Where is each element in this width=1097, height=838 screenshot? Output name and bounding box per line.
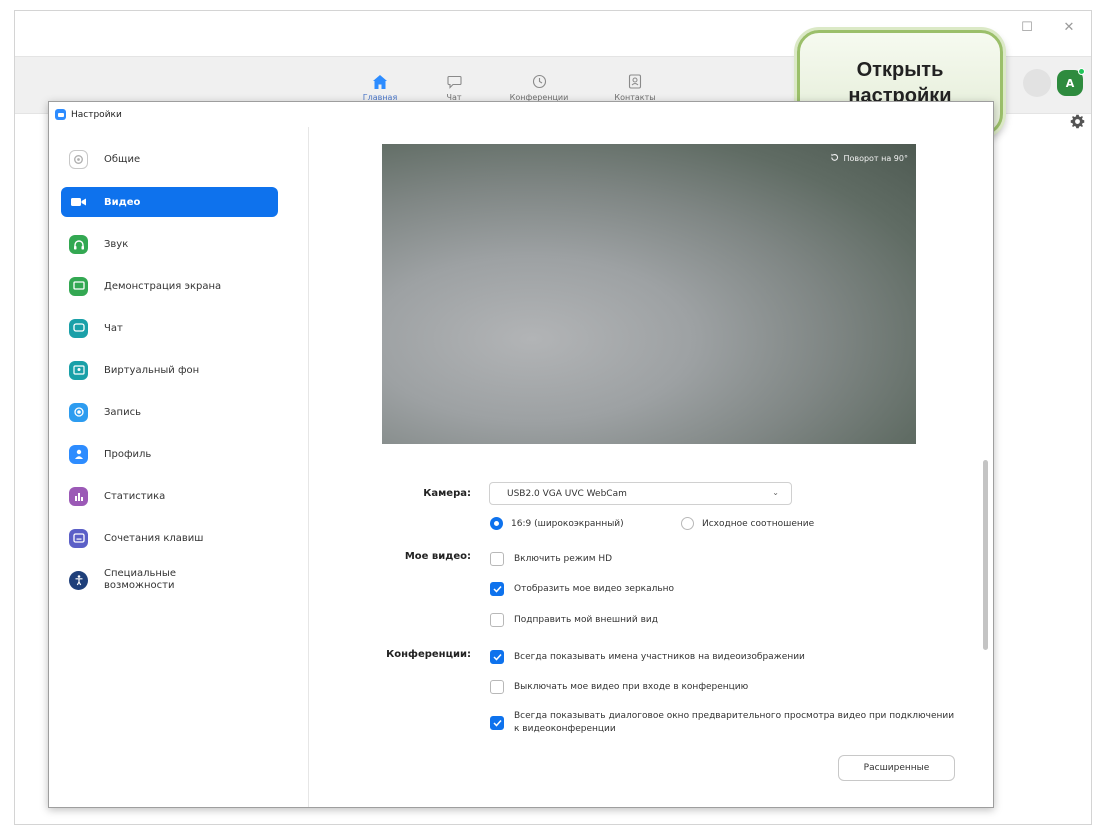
gear-icon xyxy=(69,149,88,169)
mirror-checkbox[interactable] xyxy=(490,582,504,596)
dialog-titlebar: Настройки xyxy=(49,102,993,127)
sidebar-item-general[interactable]: Общие xyxy=(61,144,278,174)
sidebar-item-label: Профиль xyxy=(104,448,152,460)
scrollbar[interactable] xyxy=(983,460,988,650)
window-controls: ☐ ✕ xyxy=(1019,19,1077,37)
sidebar-item-audio[interactable]: Звук xyxy=(61,229,278,259)
online-status-dot xyxy=(1078,68,1085,75)
aspect-original-radio[interactable] xyxy=(681,517,694,530)
sidebar-item-label: Демонстрация экрана xyxy=(104,280,222,292)
sidebar-item-profile[interactable]: Профиль xyxy=(61,439,278,469)
show-names-label: Всегда показывать имена участников на ви… xyxy=(514,652,805,662)
chat-icon xyxy=(446,71,462,93)
aspect-original-label: Исходное соотношение xyxy=(702,518,815,529)
checkmark-icon xyxy=(492,719,502,727)
contacts-icon xyxy=(628,71,642,93)
screenshot: ☐ ✕ Главная Чат Конференции Контакты A О… xyxy=(0,0,1097,838)
sidebar-item-screen-share[interactable]: Демонстрация экрана xyxy=(61,271,278,301)
headphones-icon xyxy=(69,234,88,254)
keyboard-icon xyxy=(69,528,88,548)
advanced-button[interactable]: Расширенные xyxy=(838,755,955,781)
virtual-background-icon xyxy=(69,360,88,380)
sidebar-item-virtual-background[interactable]: Виртуальный фон xyxy=(61,355,278,385)
avatar[interactable]: A xyxy=(1057,68,1085,96)
screen-share-icon xyxy=(69,276,88,296)
maximize-button[interactable]: ☐ xyxy=(1019,19,1035,37)
turn-off-video-checkbox[interactable] xyxy=(490,680,504,694)
preview-dialog-checkbox[interactable] xyxy=(490,716,504,730)
hd-option[interactable]: Включить режим HD xyxy=(490,552,612,566)
home-icon xyxy=(372,71,388,93)
close-button[interactable]: ✕ xyxy=(1061,19,1077,37)
profile-icon xyxy=(69,444,88,464)
sidebar-item-keyboard-shortcuts[interactable]: Сочетания клавиш xyxy=(61,523,278,553)
sidebar-item-statistics[interactable]: Статистика xyxy=(61,481,278,511)
sidebar-item-label: Виртуальный фон xyxy=(104,364,200,376)
mirror-label: Отобразить мое видео зеркально xyxy=(514,584,675,594)
settings-gear-icon[interactable] xyxy=(1070,114,1085,133)
show-names-checkbox[interactable] xyxy=(490,650,504,664)
sidebar-item-label: Сочетания клавиш xyxy=(104,532,204,544)
hd-label: Включить режим HD xyxy=(514,554,613,564)
sidebar-item-label: Запись xyxy=(104,406,141,418)
sidebar-item-label: Общие xyxy=(104,153,141,165)
camera-preview: Поворот на 90° xyxy=(382,144,916,444)
aspect-widescreen-option[interactable]: 16:9 (широкоэкранный) xyxy=(490,517,624,530)
turn-off-video-option[interactable]: Выключать мое видео при входе в конферен… xyxy=(490,680,748,694)
checkmark-icon xyxy=(492,585,502,593)
statistics-icon xyxy=(69,486,88,506)
status-indicator xyxy=(1023,69,1051,97)
callout-line1: Открыть xyxy=(856,59,944,81)
sidebar-item-video[interactable]: Видео xyxy=(61,187,278,217)
rotate-icon xyxy=(830,153,839,164)
rotate-button[interactable]: Поворот на 90° xyxy=(830,153,908,164)
hd-checkbox[interactable] xyxy=(490,552,504,566)
accessibility-icon xyxy=(69,570,88,590)
zoom-logo-icon xyxy=(55,109,66,120)
checkmark-icon xyxy=(492,653,502,661)
clock-icon xyxy=(532,71,547,93)
mirror-option[interactable]: Отобразить мое видео зеркально xyxy=(490,582,674,596)
chat-icon xyxy=(69,318,88,338)
settings-sidebar: Общие Видео Звук Демонстрация экрана Чат… xyxy=(49,127,309,807)
avatar-letter: A xyxy=(1065,76,1075,90)
dialog-title: Настройки xyxy=(71,109,122,120)
sidebar-item-accessibility[interactable]: Специальные возможности xyxy=(61,565,278,595)
camera-label: Камера: xyxy=(423,488,471,499)
sidebar-item-label: Чат xyxy=(104,322,123,334)
camera-select-value: USB2.0 VGA UVC WebCam xyxy=(507,488,627,499)
sidebar-item-recording[interactable]: Запись xyxy=(61,397,278,427)
turn-off-video-label: Выключать мое видео при входе в конферен… xyxy=(514,682,749,692)
touch-up-checkbox[interactable] xyxy=(490,613,504,627)
touch-up-label: Подправить мой внешний вид xyxy=(514,615,658,625)
sidebar-item-label: Специальные возможности xyxy=(104,568,176,591)
sidebar-item-label: Видео xyxy=(104,196,141,208)
aspect-widescreen-radio[interactable] xyxy=(490,517,503,530)
aspect-widescreen-label: 16:9 (широкоэкранный) xyxy=(511,518,624,529)
settings-dialog: Настройки Общие Видео Звук Демонстрация … xyxy=(48,101,994,808)
video-camera-icon xyxy=(69,193,88,212)
record-icon xyxy=(69,402,88,422)
sidebar-item-label: Статистика xyxy=(104,490,166,502)
preview-dialog-label: Всегда показывать диалоговое окно предва… xyxy=(514,711,955,734)
sidebar-item-label: Звук xyxy=(104,238,129,250)
meetings-label: Конференции: xyxy=(386,649,471,660)
my-video-label: Мое видео: xyxy=(404,551,471,562)
show-names-option[interactable]: Всегда показывать имена участников на ви… xyxy=(490,650,805,664)
video-settings-panel: Поворот на 90° Камера: USB2.0 VGA UVC We… xyxy=(310,127,993,807)
aspect-original-option[interactable]: Исходное соотношение xyxy=(681,517,814,530)
touch-up-option[interactable]: Подправить мой внешний вид xyxy=(490,613,658,627)
chevron-down-icon: ⌄ xyxy=(772,488,779,497)
sidebar-item-chat[interactable]: Чат xyxy=(61,313,278,343)
preview-dialog-option[interactable]: Всегда показывать диалоговое окно предва… xyxy=(490,710,960,736)
rotate-label: Поворот на 90° xyxy=(843,154,908,163)
camera-select[interactable]: USB2.0 VGA UVC WebCam ⌄ xyxy=(489,482,792,505)
